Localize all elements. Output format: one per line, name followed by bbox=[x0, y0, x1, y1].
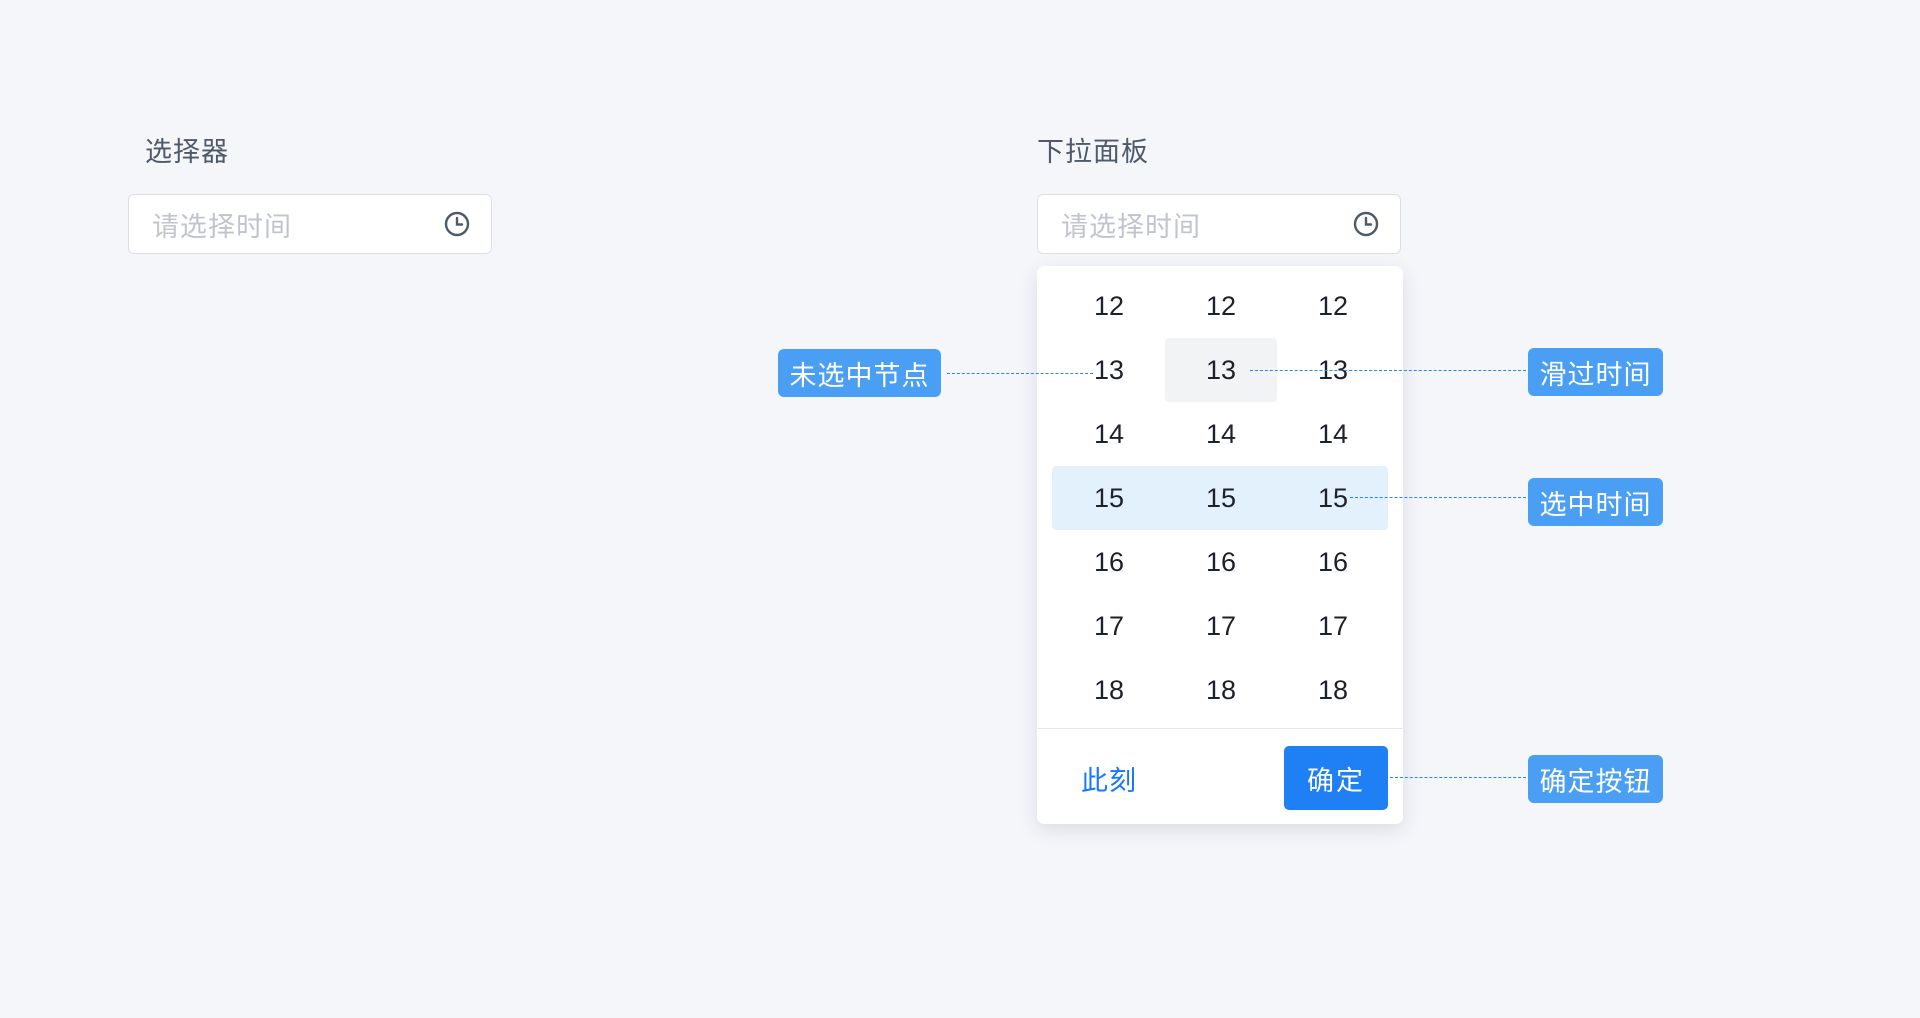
clock-icon[interactable] bbox=[1352, 210, 1380, 238]
annotation-selected-time: 选中时间 bbox=[1528, 478, 1663, 526]
minute-option[interactable]: 18 bbox=[1165, 658, 1277, 722]
hour-option[interactable]: 12 bbox=[1053, 274, 1165, 338]
hour-option[interactable]: 17 bbox=[1053, 594, 1165, 658]
hour-option[interactable]: 14 bbox=[1053, 402, 1165, 466]
annotation-unselected-node: 未选中节点 bbox=[778, 349, 941, 397]
clock-icon[interactable] bbox=[443, 210, 471, 238]
annotation-line-confirm bbox=[1390, 777, 1526, 778]
second-option-selected[interactable]: 15 bbox=[1277, 466, 1389, 530]
second-option[interactable]: 12 bbox=[1277, 274, 1389, 338]
selector-title: 选择器 bbox=[145, 137, 229, 167]
hour-option[interactable]: 13 bbox=[1053, 338, 1165, 402]
panel-divider bbox=[1037, 728, 1403, 729]
minute-option-selected[interactable]: 15 bbox=[1165, 466, 1277, 530]
second-option[interactable]: 16 bbox=[1277, 530, 1389, 594]
second-option[interactable]: 14 bbox=[1277, 402, 1389, 466]
annotation-line-unselected bbox=[947, 373, 1093, 374]
annotation-hover-time: 滑过时间 bbox=[1528, 348, 1663, 396]
time-dropdown-panel: 12 13 14 15 16 17 18 12 13 14 15 16 17 1… bbox=[1037, 266, 1403, 824]
annotation-line-selected bbox=[1350, 497, 1526, 498]
second-option[interactable]: 18 bbox=[1277, 658, 1389, 722]
annotation-line-hover bbox=[1250, 370, 1526, 371]
now-button[interactable]: 此刻 bbox=[1081, 759, 1137, 798]
picker-placeholder: 请选择时间 bbox=[1061, 211, 1201, 242]
time-picker-input-open[interactable]: 请选择时间 bbox=[1037, 194, 1401, 254]
dropdown-title: 下拉面板 bbox=[1037, 137, 1149, 167]
hour-option[interactable]: 16 bbox=[1053, 530, 1165, 594]
confirm-button[interactable]: 确定 bbox=[1284, 746, 1388, 810]
picker-placeholder: 请选择时间 bbox=[152, 211, 292, 242]
minute-option[interactable]: 17 bbox=[1165, 594, 1277, 658]
minute-option[interactable]: 12 bbox=[1165, 274, 1277, 338]
time-picker-input[interactable]: 请选择时间 bbox=[128, 194, 492, 254]
hour-option[interactable]: 18 bbox=[1053, 658, 1165, 722]
second-option[interactable]: 17 bbox=[1277, 594, 1389, 658]
minute-option[interactable]: 16 bbox=[1165, 530, 1277, 594]
hour-option-selected[interactable]: 15 bbox=[1053, 466, 1165, 530]
annotation-confirm-button: 确定按钮 bbox=[1528, 755, 1663, 803]
minute-option[interactable]: 14 bbox=[1165, 402, 1277, 466]
